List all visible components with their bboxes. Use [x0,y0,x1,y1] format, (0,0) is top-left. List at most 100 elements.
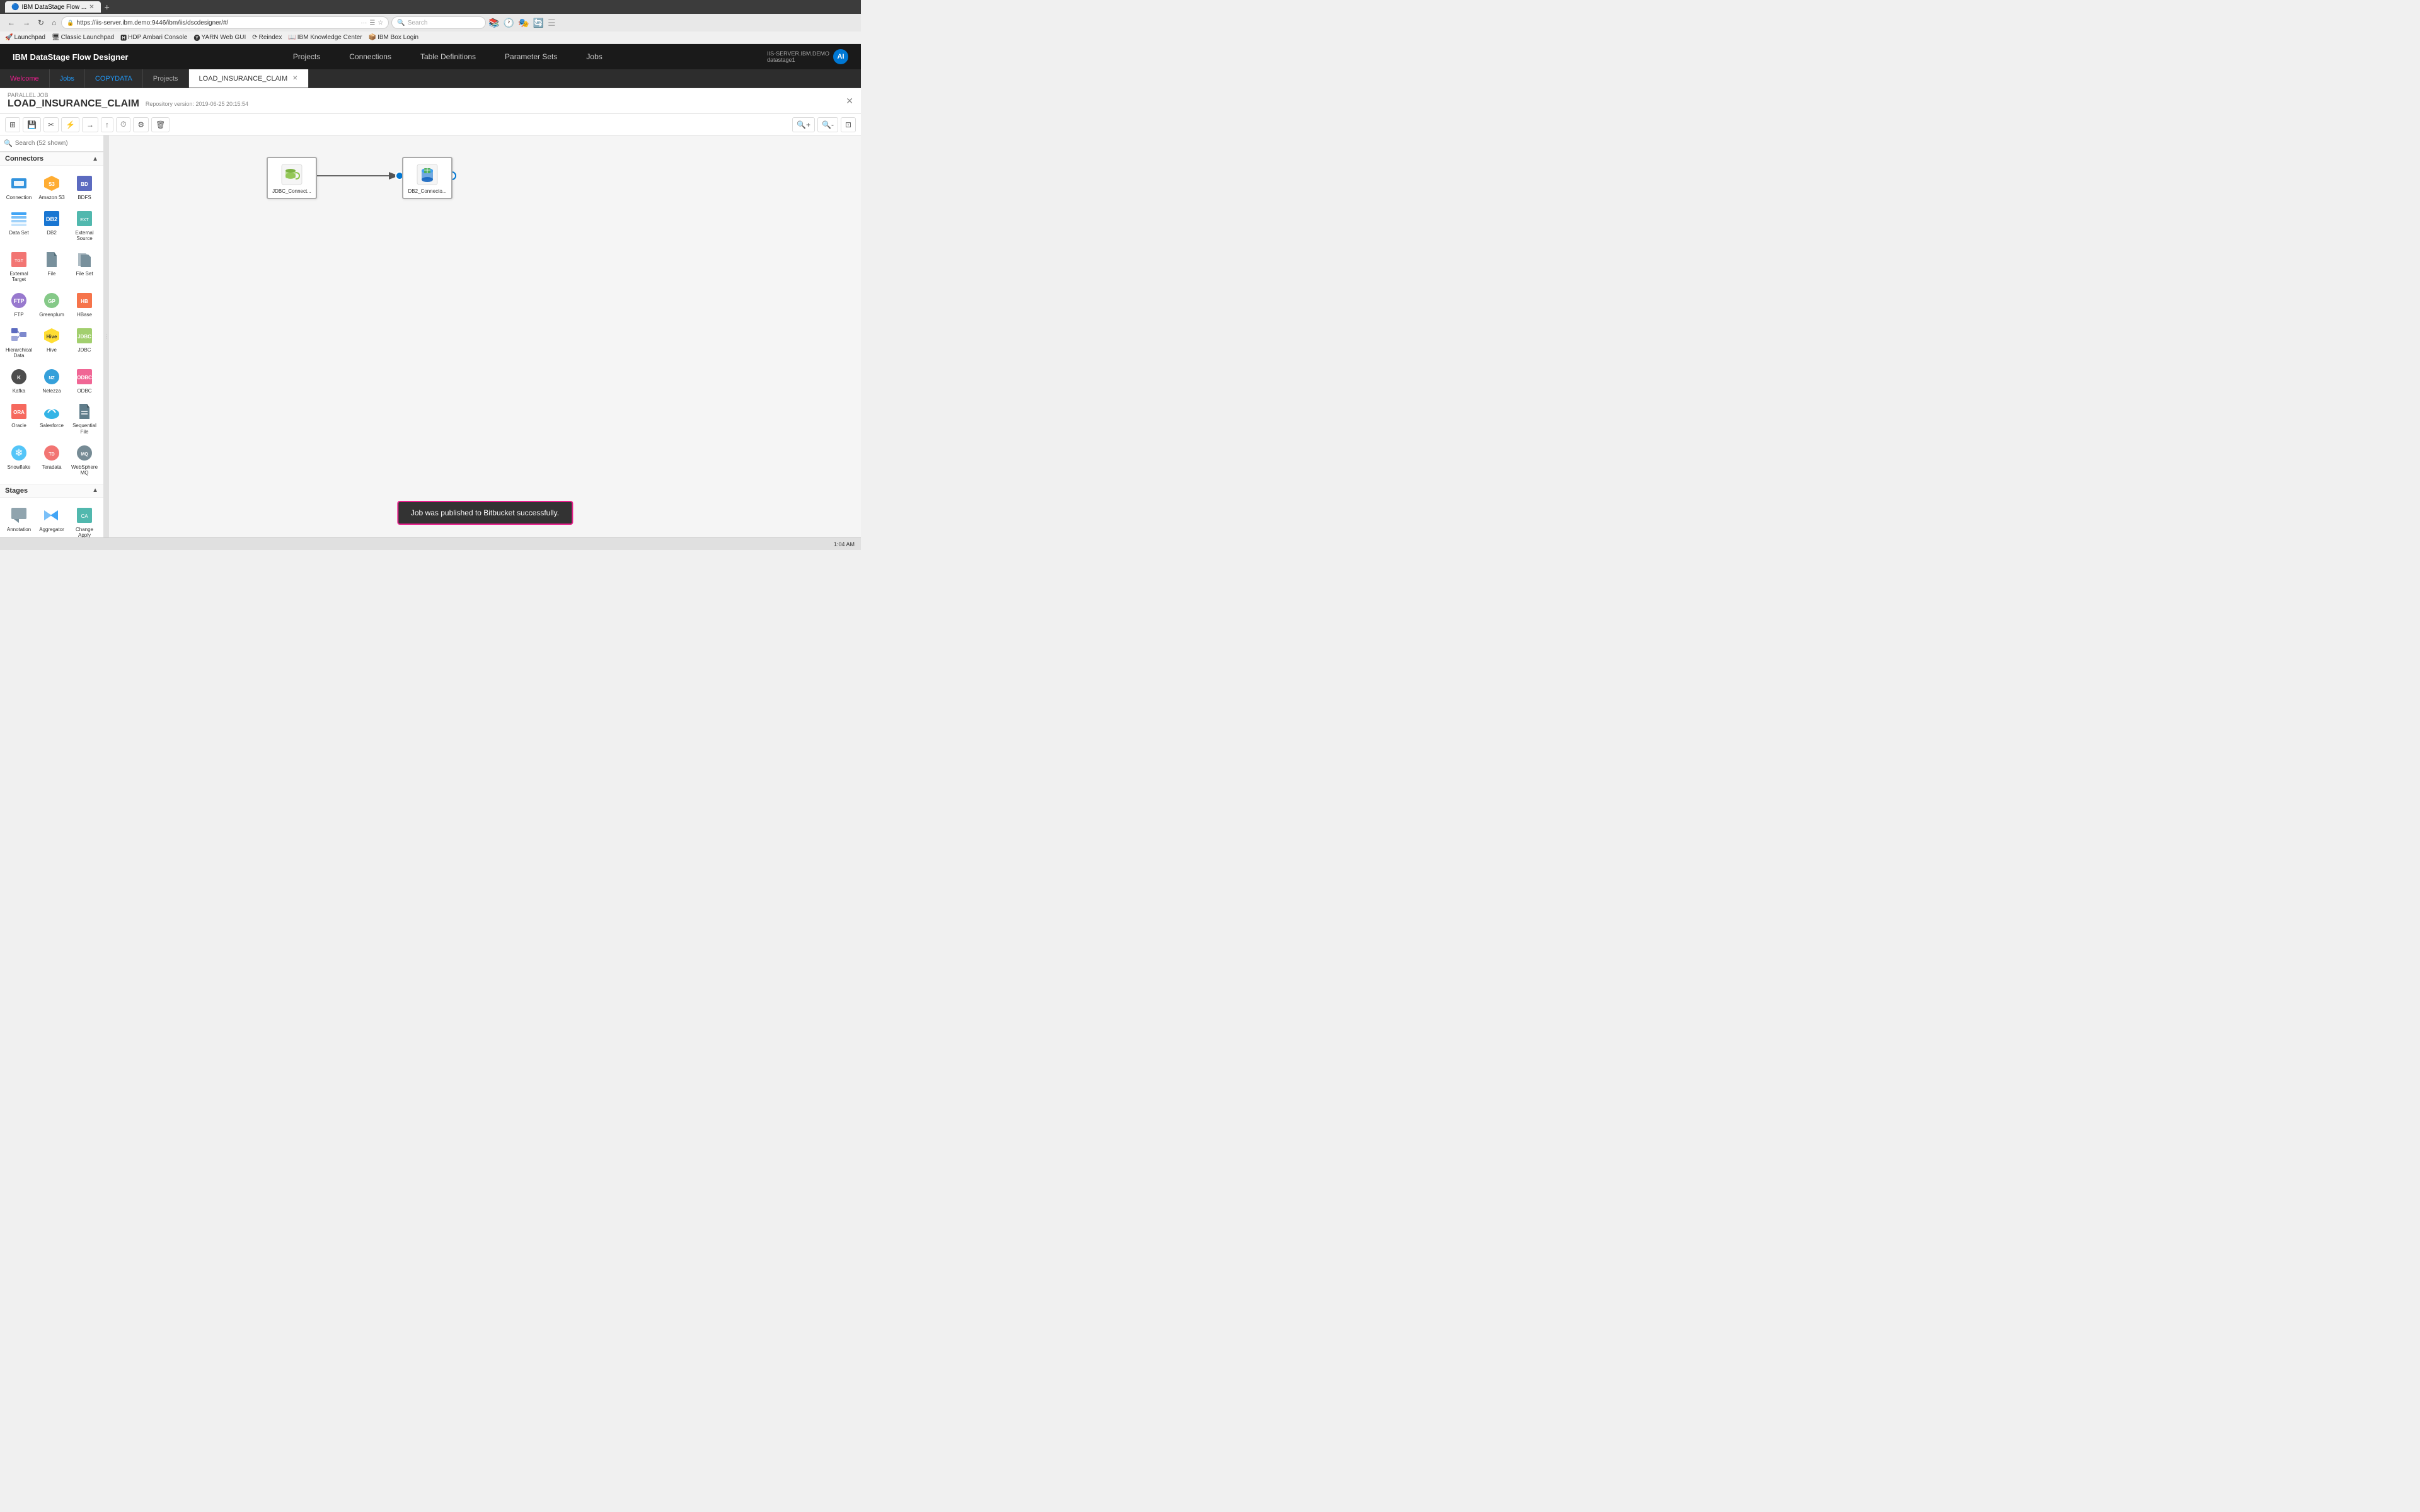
tab-copydata[interactable]: COPYDATA [85,69,143,88]
nav-connections[interactable]: Connections [344,50,396,64]
toolbar-save-btn[interactable]: ⊞ [5,117,20,132]
toolbar-right: 🔍+ 🔍- ⊡ [792,117,856,132]
connector-websphere[interactable]: MQ WebSphere MQ [69,440,100,479]
toolbar-scissors-btn[interactable]: ✂ [43,117,59,132]
toolbar-run-btn[interactable]: ⚡ [61,117,79,132]
stages-grid: Annotation Aggregator CA Change Apply CH… [0,498,103,537]
connector-netezza-label: Netezza [42,388,60,394]
toolbar-schedule-btn[interactable]: ⏱ [116,117,130,132]
bookmark-launchpad[interactable]: 🚀 Launchpad [5,34,45,41]
history-icon[interactable]: 🕐 [504,18,514,28]
sync-icon[interactable]: 🔄 [533,18,544,28]
browser-new-tab-button[interactable]: + [105,2,110,12]
user-avatar[interactable]: AI [833,49,848,64]
browser-search-box[interactable]: 🔍 Search [391,16,486,29]
canvas-resize-handle[interactable]: ⋮ [104,135,109,537]
stage-change-apply-label: Change Apply [71,527,98,537]
stages-section-header[interactable]: Stages ▲ [0,484,103,498]
tab-jobs[interactable]: Jobs [50,69,85,88]
back-button[interactable]: ← [5,17,18,28]
connector-external-target[interactable]: TGT External Target [4,247,34,285]
connector-snowflake[interactable]: ❄ Snowflake [4,440,34,479]
tab-welcome[interactable]: Welcome [0,69,50,88]
canvas-area[interactable]: JDBC_Connect... [109,135,861,537]
active-tab-close[interactable]: ✕ [292,75,297,82]
toolbar-delete-btn[interactable]: 🗑 [151,117,170,132]
browser-tab-close[interactable]: ✕ [89,4,94,11]
search-box[interactable]: 🔍 [0,135,103,152]
toolbar-arrow-right-btn[interactable]: → [82,117,98,132]
connector-sequential[interactable]: Sequential File [69,399,100,437]
connector-hierarchical[interactable]: Hierarchical Data [4,323,34,362]
toolbar-settings-btn[interactable]: ⚙ [133,117,149,132]
toolbar-disk-btn[interactable]: 💾 [23,117,41,132]
netezza-icon: NZ [42,367,62,387]
browser-tab-active[interactable]: 🔵 IBM DataStage Flow ... ✕ [5,1,101,13]
connector-teradata[interactable]: TD Teradata [37,440,67,479]
stage-aggregator[interactable]: Aggregator [37,503,67,537]
connector-amazon-s3[interactable]: S3 Amazon S3 [37,171,67,203]
zoom-in-btn[interactable]: 🔍+ [792,117,815,132]
connector-external-source[interactable]: EXT External Source [69,206,100,244]
lock-icon: 🔒 [67,20,74,26]
menu-icon[interactable]: ☰ [548,18,556,28]
tab-load-insurance-claim[interactable]: LOAD_INSURANCE_CLAIM ✕ [189,69,309,88]
connector-fileset[interactable]: File Set [69,247,100,285]
bookmarks-icon[interactable]: 📚 [488,18,499,28]
bookmark-classic-launchpad[interactable]: 🖥 Classic Launchpad [52,34,114,41]
connector-dataset[interactable]: Data Set [4,206,34,244]
bookmark-reindex[interactable]: ⟳ Reindex [252,34,282,41]
fileset-icon [74,249,95,270]
forward-button[interactable]: → [20,17,33,28]
svg-text:❄: ❄ [14,448,23,459]
connector-file[interactable]: File [37,247,67,285]
nav-table-definitions[interactable]: Table Definitions [415,50,481,64]
connector-greenplum[interactable]: GP Greenplum [37,288,67,321]
connector-odbc[interactable]: ODBC ODBC [69,364,100,397]
job-type-label: PARALLEL JOB [8,92,248,98]
toolbar-arrow-up-btn[interactable]: ↑ [101,117,113,132]
address-bar[interactable]: 🔒 https://iis-server.ibm.demo:9446/ibm/i… [61,16,389,29]
browser-tab-title: IBM DataStage Flow ... [21,4,86,11]
tab-projects[interactable]: Projects [143,69,189,88]
connector-db2[interactable]: DB2 DB2 [37,206,67,244]
tab-favicon: 🔵 [11,4,19,11]
stage-change-apply[interactable]: CA Change Apply [69,503,100,537]
fit-btn[interactable]: ⊡ [841,117,856,132]
connection-icon [9,173,29,193]
sidebar-search-icon: 🔍 [4,139,13,147]
connector-hive[interactable]: Hive Hive [37,323,67,362]
connector-amazon-s3-label: Amazon S3 [38,195,64,201]
stage-annotation[interactable]: Annotation [4,503,34,537]
hbase-icon: HB [74,290,95,311]
bookmark-hdp[interactable]: 🅷 HDP Ambari Console [120,33,187,42]
connector-hbase[interactable]: HB HBase [69,288,100,321]
job-close-button[interactable]: ✕ [846,96,853,106]
connectors-section-header[interactable]: Connectors ▲ [0,152,103,166]
bookmark-yarn[interactable]: 🅨 YARN Web GUI [193,33,246,42]
connector-bdfs[interactable]: BD BDFS [69,171,100,203]
connector-jdbc[interactable]: JDBC JDBC [69,323,100,362]
connector-connection[interactable]: Connection [4,171,34,203]
nav-projects[interactable]: Projects [288,50,325,64]
bookmark-ibm-box[interactable]: 📦 IBM Box Login [369,34,419,41]
db2-node[interactable]: DB2_Connecto... [402,157,452,199]
connector-netezza[interactable]: NZ Netezza [37,364,67,397]
jdbc-node[interactable]: JDBC_Connect... [267,157,317,199]
svg-text:K: K [17,375,21,381]
svg-text:FTP: FTP [14,298,25,304]
connector-kafka[interactable]: K Kafka [4,364,34,397]
connector-oracle[interactable]: ORA Oracle [4,399,34,437]
home-button[interactable]: ⌂ [49,17,59,28]
connector-salesforce[interactable]: Salesforce [37,399,67,437]
sidebar-search-input[interactable] [15,140,100,147]
zoom-out-btn[interactable]: 🔍- [817,117,838,132]
nav-jobs[interactable]: Jobs [581,50,607,64]
nav-parameter-sets[interactable]: Parameter Sets [500,50,562,64]
refresh-button[interactable]: ↻ [35,17,47,28]
bookmark-ibm-knowledge[interactable]: 📖 IBM Knowledge Center [288,34,362,41]
dataset-icon [9,209,29,229]
star-icon[interactable]: ☆ [377,20,383,26]
connector-ftp[interactable]: FTP FTP [4,288,34,321]
addon-icon[interactable]: 🎭 [518,18,529,28]
